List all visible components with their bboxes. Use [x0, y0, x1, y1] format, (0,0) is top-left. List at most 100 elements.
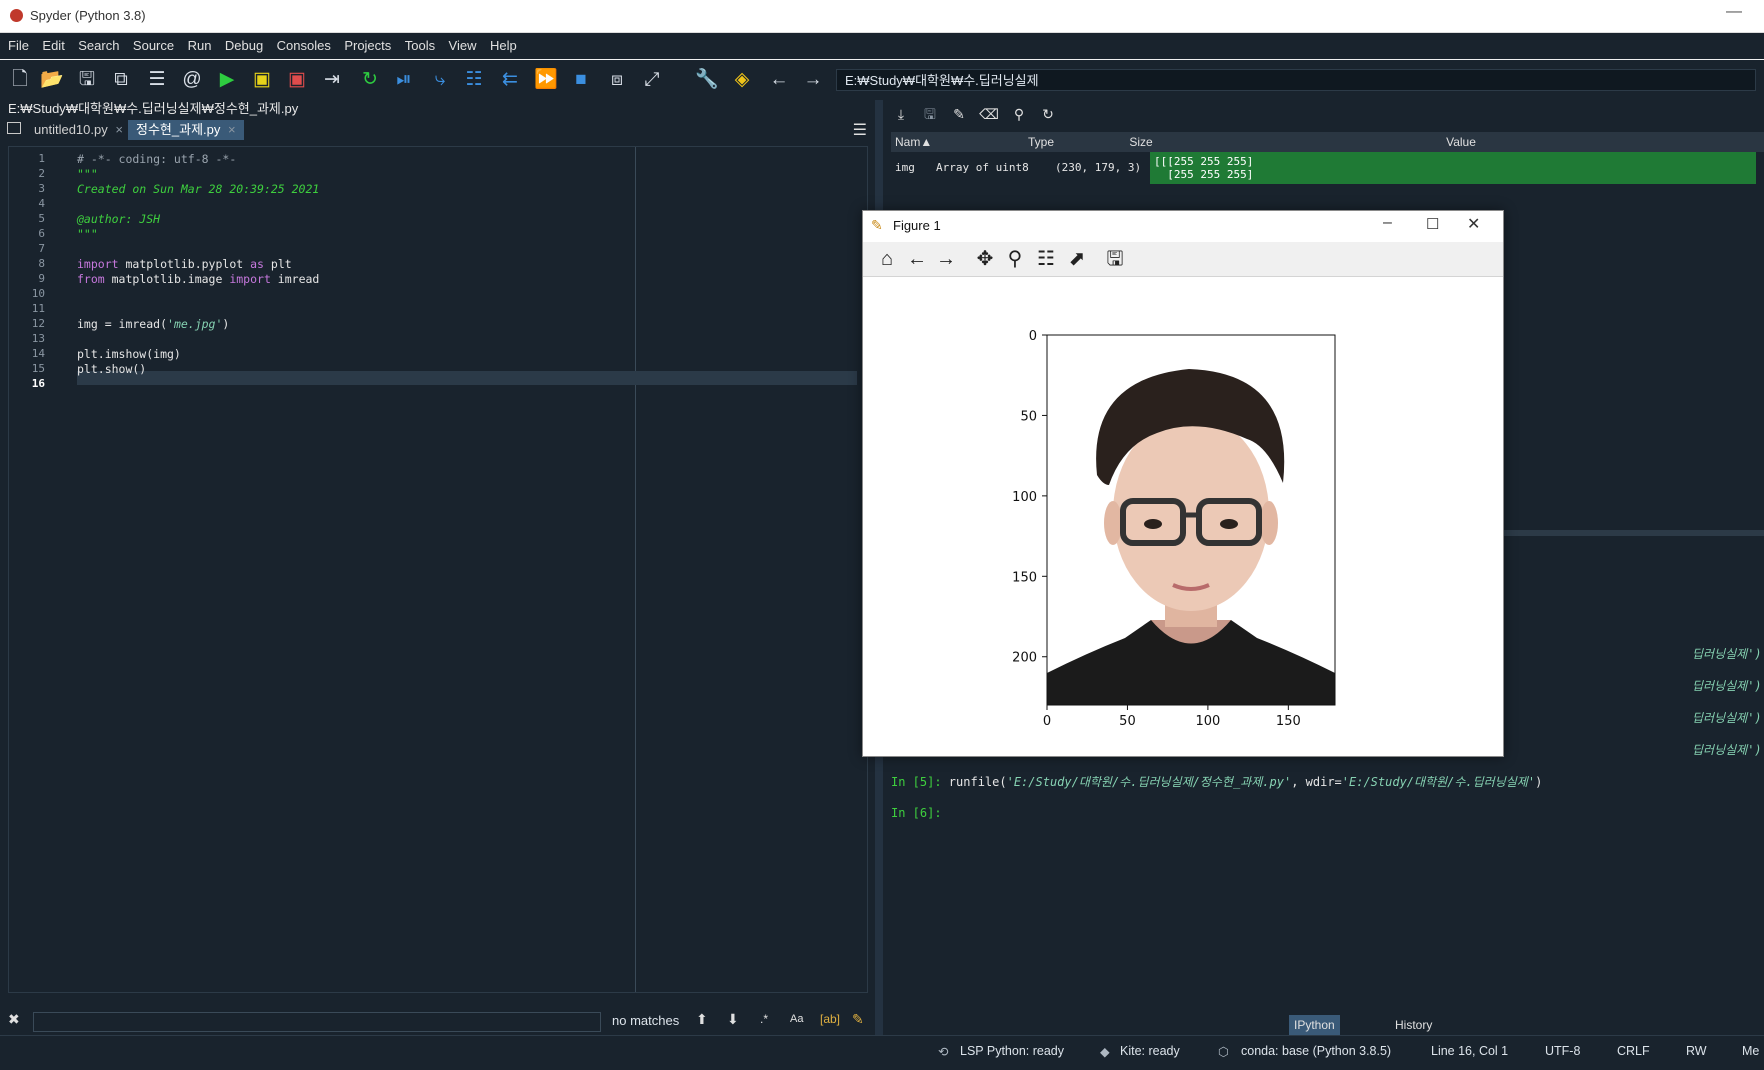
menu-debug[interactable]: Debug [225, 33, 263, 59]
find-next-icon[interactable]: ⬇ [727, 1011, 739, 1028]
remove-all-icon[interactable]: ⌫ [977, 102, 1001, 126]
line-number-gutter: 1 2 3 4 5 6 7 8 9 10 11 12 13 14 15 16 [9, 147, 75, 992]
column-name[interactable]: Nam▲ [895, 132, 932, 152]
zoom-icon[interactable]: ⚲ [1003, 247, 1027, 271]
console-line-in5: In [5]: runfile('E:/Study/대학원/수.딥러닝실제/정수… [891, 775, 1543, 789]
find-bar: ✖ no matches ⬆ ⬇ .* Aa [ab] ✎ [0, 1006, 875, 1036]
refresh-icon[interactable]: ↻ [1036, 102, 1060, 126]
save-figure-icon[interactable]: 🖫 [1103, 247, 1127, 271]
console-partial-line: 딥러닝실제') [1692, 743, 1762, 757]
save-data-as-icon[interactable]: ✎ [947, 102, 971, 126]
x-tick-label: 150 [1276, 714, 1301, 729]
menu-edit[interactable]: Edit [42, 33, 64, 59]
figure-maximize-icon[interactable]: ☐ [1426, 215, 1439, 233]
cursor-position: Line 16, Col 1 [1431, 1044, 1509, 1058]
menu-view[interactable]: View [449, 33, 477, 59]
forward-arrow-icon[interactable]: → [801, 68, 825, 92]
rerun-icon[interactable]: ↻ [358, 68, 382, 92]
run-selection-icon[interactable]: ⇥ [320, 68, 344, 92]
continue-icon[interactable]: ⏩ [534, 68, 558, 92]
search-icon[interactable]: ⚲ [1007, 102, 1031, 126]
highlight-icon[interactable]: ✎ [852, 1011, 864, 1028]
menu-run[interactable]: Run [188, 33, 212, 59]
back-icon[interactable]: ← [905, 247, 929, 271]
line-number: 14 [31, 347, 45, 360]
browse-tabs-icon[interactable] [7, 122, 21, 134]
y-tick-label: 100 [1012, 490, 1037, 505]
run-icon[interactable]: ▶ [215, 68, 239, 92]
code-editor[interactable]: 1 2 3 4 5 6 7 8 9 10 11 12 13 14 15 16 #… [8, 146, 868, 993]
title-bar: Spyder (Python 3.8) — [0, 0, 1764, 33]
figure-toolbar: ⌂ ← → ✥ ⚲ ☷ ⬈ 🖫 [863, 242, 1503, 277]
import-data-icon[interactable]: ⤓ [889, 102, 913, 126]
python-path-icon[interactable]: ◈ [730, 68, 754, 92]
find-previous-icon[interactable]: ⬆ [696, 1011, 708, 1028]
tab-history[interactable]: History [1390, 1015, 1437, 1035]
whole-word-icon[interactable]: [ab] [820, 1012, 840, 1026]
conda-status[interactable]: conda: base (Python 3.8.5) [1241, 1044, 1391, 1058]
new-file-icon[interactable]: 🗋 [8, 68, 32, 92]
x-tick-label: 0 [1043, 714, 1051, 729]
options-menu-icon[interactable]: ☰ [853, 120, 867, 140]
tab-untitled10[interactable]: untitled10.py × [26, 120, 132, 140]
open-file-icon[interactable]: 📂 [40, 68, 64, 92]
save-icon[interactable]: 🖫 [75, 68, 99, 92]
preferences-wrench-icon[interactable]: 🔧 [695, 68, 719, 92]
edit-axis-icon[interactable]: ⬈ [1065, 247, 1089, 271]
conda-icon: ⬡ [1218, 1045, 1229, 1059]
read-write-status: RW [1686, 1044, 1707, 1058]
find-input[interactable] [33, 1012, 601, 1032]
save-all-icon[interactable]: ⧉ [109, 68, 133, 92]
step-return-icon[interactable]: ⇇ [498, 68, 522, 92]
subplots-config-icon[interactable]: ☷ [1034, 247, 1058, 271]
spyder-logo-icon [10, 9, 23, 22]
variable-value-cell[interactable]: [[[255 255 255] [255 255 255] [1150, 152, 1756, 184]
run-cell-icon[interactable]: ▣ [250, 68, 274, 92]
tab-current-file[interactable]: 정수현_과제.py × [128, 120, 244, 140]
back-arrow-icon[interactable]: ← [767, 68, 791, 92]
editor-file-path: E:₩Study₩대학원₩수.딥러닝실제₩정수현_과제.py [8, 101, 299, 116]
save-data-icon[interactable]: 🖫 [918, 102, 942, 126]
figure-minimize-icon[interactable]: – [1383, 214, 1392, 232]
line-number: 8 [38, 257, 45, 270]
close-find-icon[interactable]: ✖ [8, 1011, 20, 1028]
figure-title-bar: ✎ Figure 1 – ☐ ✕ [863, 211, 1503, 241]
tab-close-icon[interactable]: × [228, 122, 236, 137]
y-tick-label: 150 [1012, 570, 1037, 585]
column-value[interactable]: Value [1161, 132, 1761, 152]
menu-source[interactable]: Source [133, 33, 174, 59]
step-icon[interactable]: ⤷ [428, 68, 452, 92]
figure-close-icon[interactable]: ✕ [1467, 214, 1480, 234]
menu-help[interactable]: Help [490, 33, 517, 59]
variable-explorer-toolbar: ⤓ 🖫 ✎ ⌫ ⚲ ↻ [883, 100, 1764, 126]
outline-icon[interactable]: ☰ [145, 68, 169, 92]
maximize-pane-icon[interactable]: ⧈ [605, 68, 629, 92]
value-line: [255 255 255] [1154, 168, 1254, 181]
home-icon[interactable]: ⌂ [875, 247, 899, 271]
lsp-status[interactable]: LSP Python: ready [960, 1044, 1064, 1058]
kite-status[interactable]: Kite: ready [1120, 1044, 1180, 1058]
menu-file[interactable]: File [8, 33, 29, 59]
tab-ipython-console[interactable]: IPython console [1289, 1015, 1341, 1052]
menu-consoles[interactable]: Consoles [277, 33, 331, 59]
fullscreen-icon[interactable]: ⤢ [640, 68, 664, 92]
console-prompt-in6: In [6]: [891, 806, 949, 820]
minimize-button[interactable]: — [1726, 3, 1742, 21]
at-icon[interactable]: @ [180, 68, 204, 92]
menu-tools[interactable]: Tools [405, 33, 435, 59]
step-into-icon[interactable]: ☷ [462, 68, 486, 92]
stop-icon[interactable]: ■ [569, 68, 593, 92]
run-cell-advance-icon[interactable]: ▣ [285, 68, 309, 92]
status-bar: ⟲ LSP Python: ready ◆ Kite: ready ⬡ cond… [0, 1035, 1764, 1070]
line-number: 11 [31, 302, 45, 315]
code-line: # -*- coding: utf-8 -*- [77, 152, 237, 166]
menu-projects[interactable]: Projects [344, 33, 391, 59]
tab-close-icon[interactable]: × [115, 122, 123, 137]
forward-icon[interactable]: → [934, 247, 958, 271]
working-directory-input[interactable]: E:₩Study₩대학원₩수.딥러닝실제 [836, 69, 1756, 91]
regex-icon[interactable]: .* [760, 1012, 768, 1026]
pan-icon[interactable]: ✥ [973, 247, 997, 271]
case-sensitive-icon[interactable]: Aa [790, 1013, 803, 1025]
debug-icon[interactable]: ⏯ [392, 68, 416, 92]
menu-search[interactable]: Search [78, 33, 119, 59]
